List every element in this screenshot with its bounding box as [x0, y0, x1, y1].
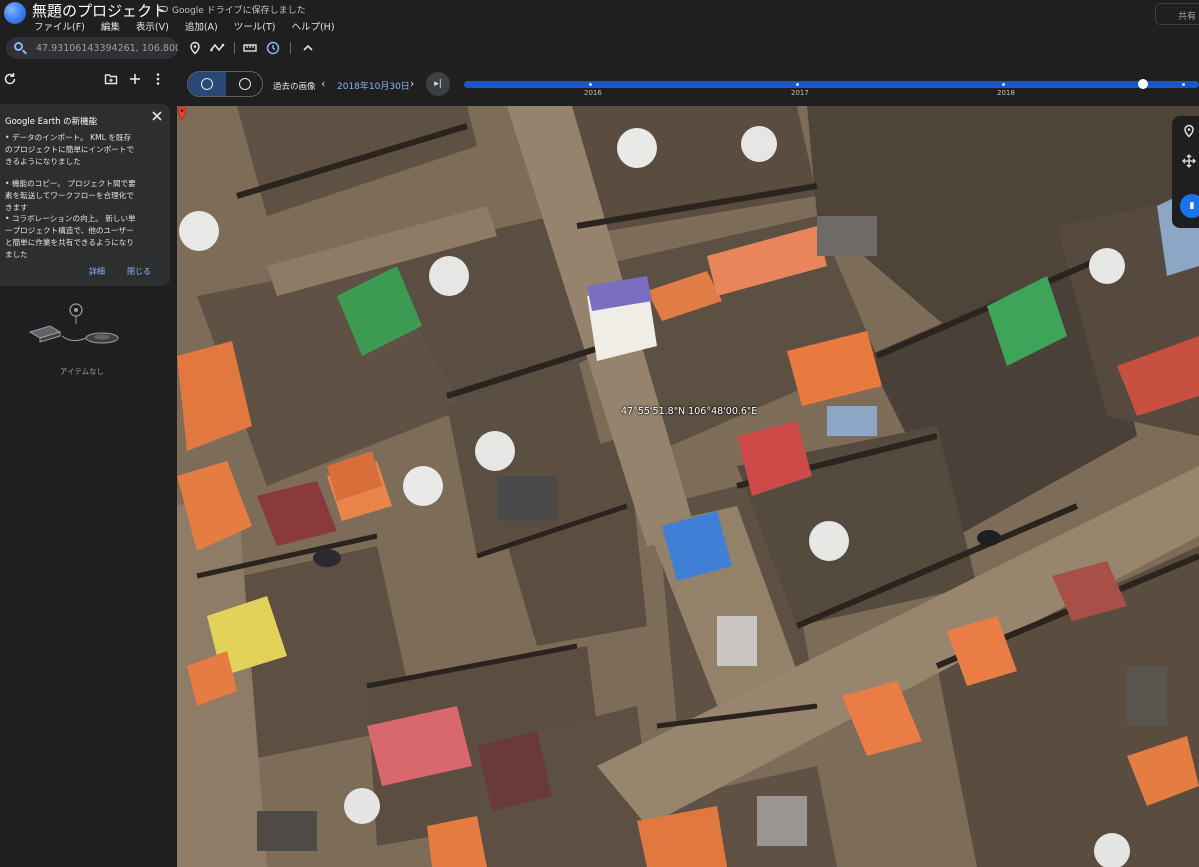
menu-help[interactable]: ヘルプ(H)	[283, 19, 342, 33]
place-marker-icon[interactable]	[1182, 124, 1196, 138]
timeline-tick	[1182, 83, 1185, 86]
timeline-tick	[589, 83, 592, 86]
toolbar-divider	[290, 42, 291, 54]
search-icon	[14, 42, 23, 51]
refresh-icon[interactable]	[3, 72, 17, 86]
toolbar	[0, 34, 1199, 62]
close-button[interactable]: 閉じる	[127, 266, 151, 277]
menu-tools[interactable]: ツール(T)	[226, 19, 284, 33]
cloud-done-icon	[158, 6, 168, 12]
previous-date-button[interactable]: ‹	[321, 77, 325, 90]
sidebar-header	[0, 62, 177, 98]
historical-imagery-toggle[interactable]	[188, 72, 226, 96]
empty-project-illustration-icon	[28, 303, 119, 344]
next-date-button[interactable]: ›	[410, 77, 414, 90]
save-status-text: Google ドライブに保存しました	[172, 6, 306, 16]
bookmark-icon[interactable]: ▮	[1180, 194, 1199, 218]
search-box[interactable]	[6, 37, 178, 59]
timelapse-toggle[interactable]	[226, 72, 262, 96]
map-controls: ▮	[1172, 116, 1199, 228]
whats-new-bullet-import: • データのインポート。 KML を既存のプロジェクトに簡単にインポートできるよ…	[5, 133, 135, 166]
timeline-year-2017: 2017	[791, 89, 809, 97]
timeline-tick	[796, 83, 799, 86]
whats-new-bullet-copy: • 機能のコピー。 プロジェクト間で要素を転送してワークフローを合理化できます	[5, 179, 136, 212]
place-icon[interactable]	[188, 41, 202, 55]
whats-new-bullet-collab: • コラボレーションの向上。 新しい単一プロジェクト構造で、他のユーザーと簡単に…	[5, 214, 136, 259]
historical-imagery-label: 過去の画像	[273, 82, 316, 92]
imagery-date: 2018年10月30日	[337, 82, 410, 92]
project-sidebar: Google Earth の新機能 • データのインポート。 KML を既存のプ…	[0, 62, 177, 867]
details-link[interactable]: 詳細	[89, 266, 105, 277]
menu-bar: ファイル(F) 編集 表示(V) 追加(A) ツール(T) ヘルプ(H)	[26, 19, 343, 33]
title-bar: 無題のプロジェクト Google ドライブに保存しました ファイル(F) 編集 …	[0, 0, 1199, 34]
whats-new-card: Google Earth の新機能 • データのインポート。 KML を既存のプ…	[0, 104, 170, 286]
toolbar-divider	[234, 42, 235, 54]
project-title[interactable]: 無題のプロジェクト	[32, 0, 167, 21]
search-input[interactable]	[36, 40, 178, 56]
history-icon	[201, 78, 213, 90]
globe-history-icon[interactable]	[266, 41, 280, 55]
pan-move-icon[interactable]	[1182, 154, 1196, 168]
empty-items-label: アイテムなし	[59, 367, 105, 376]
location-pin-icon[interactable]	[177, 106, 187, 120]
menu-add[interactable]: 追加(A)	[177, 19, 226, 33]
chevron-up-icon[interactable]	[301, 41, 315, 55]
ruler-icon[interactable]	[243, 41, 257, 55]
whats-new-title: Google Earth の新機能	[5, 117, 98, 127]
add-icon[interactable]	[128, 72, 142, 86]
save-status: Google ドライブに保存しました	[158, 3, 306, 16]
satellite-map-view[interactable]: 47°55'51.8"N 106°48'00.6"E	[177, 106, 1199, 867]
menu-file[interactable]: ファイル(F)	[26, 19, 93, 33]
new-folder-icon[interactable]	[104, 72, 118, 86]
path-icon[interactable]	[210, 41, 226, 55]
timeline-slider-handle[interactable]	[1138, 79, 1148, 89]
timeline-tick	[1002, 83, 1005, 86]
share-button[interactable]: 共有	[1155, 3, 1199, 25]
menu-view[interactable]: 表示(V)	[128, 19, 177, 33]
historical-imagery-timeline: 過去の画像 ‹ 2018年10月30日 › ▸| 2016 2017 2018	[177, 62, 1199, 106]
more-vert-icon[interactable]	[151, 72, 165, 86]
clock-icon	[239, 78, 251, 90]
timeline-year-2018: 2018	[997, 89, 1015, 97]
timeline-year-2016: 2016	[584, 89, 602, 97]
google-earth-window: 無題のプロジェクト Google ドライブに保存しました ファイル(F) 編集 …	[0, 0, 1199, 867]
satellite-imagery	[177, 106, 1199, 867]
pin-coordinate-label: 47°55'51.8"N 106°48'00.6"E	[621, 406, 758, 417]
menu-edit[interactable]: 編集	[93, 19, 128, 33]
close-icon[interactable]	[150, 109, 164, 123]
imagery-mode-toggle	[187, 71, 263, 97]
timeline-slider[interactable]	[464, 79, 1199, 89]
google-earth-logo-icon[interactable]	[4, 2, 26, 24]
latest-imagery-button[interactable]: ▸|	[426, 72, 450, 96]
